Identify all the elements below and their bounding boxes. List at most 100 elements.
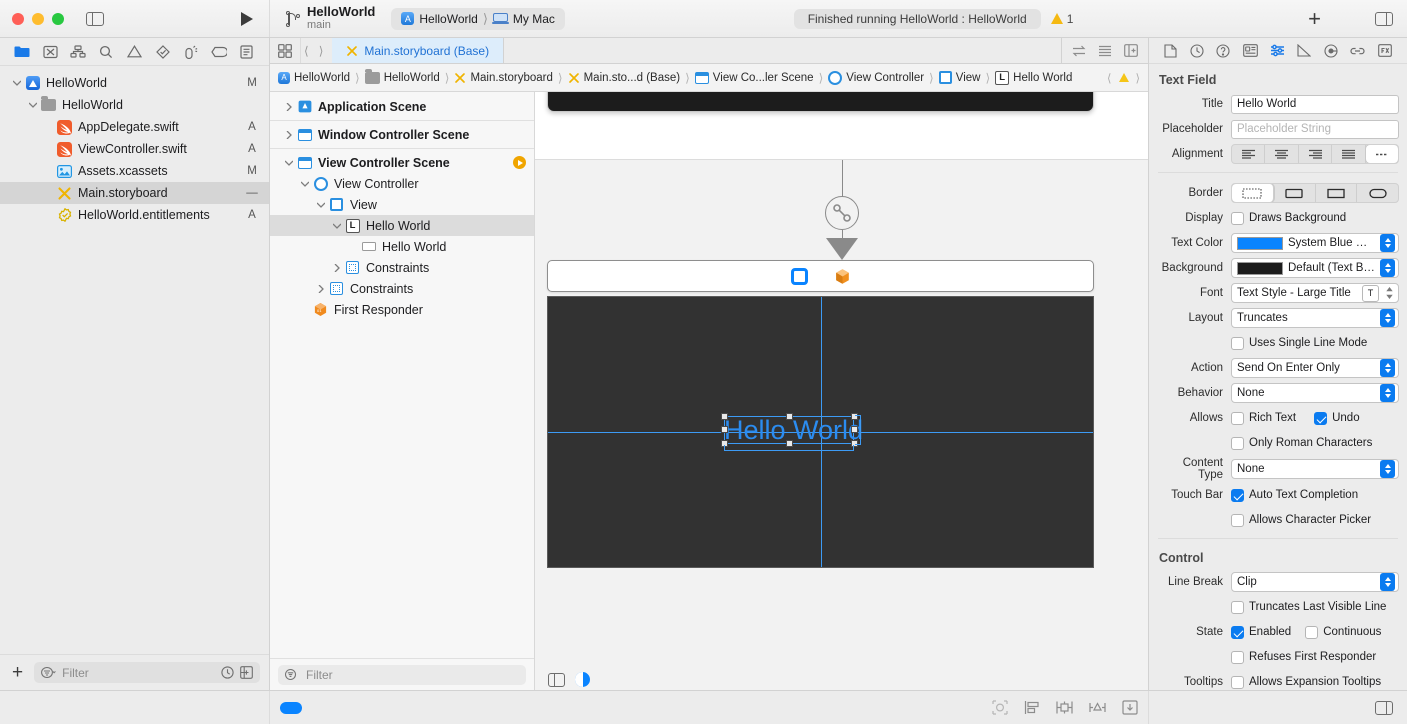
- run-button[interactable]: [241, 11, 253, 26]
- next-issue-button[interactable]: ⟩: [1136, 71, 1141, 85]
- popup-arrows-icon[interactable]: [1380, 259, 1395, 277]
- outline-filter-field[interactable]: Filter: [278, 664, 526, 685]
- symbol-hierarchy-icon[interactable]: [68, 43, 88, 61]
- forward-button[interactable]: ⟩: [319, 44, 324, 58]
- canvas-tool-buttons[interactable]: [992, 700, 1138, 715]
- undo-checkbox-row[interactable]: Undo: [1314, 411, 1360, 425]
- outline-row-first-responder[interactable]: 01 First Responder: [270, 299, 534, 320]
- border-segmented-control[interactable]: [1231, 183, 1399, 203]
- add-file-button[interactable]: +: [9, 663, 26, 682]
- outline-row-view-controller-scene[interactable]: View Controller Scene: [270, 152, 534, 173]
- outline-row-window-controller-scene[interactable]: Window Controller Scene: [270, 124, 534, 145]
- toggle-navigator-button[interactable]: [84, 10, 106, 28]
- align-icon[interactable]: [1024, 700, 1040, 715]
- allows-char-picker-checkbox[interactable]: [1231, 513, 1244, 527]
- connections-icon[interactable]: [1324, 43, 1338, 58]
- outline-row-view-controller[interactable]: View Controller: [270, 173, 534, 194]
- navigator-filter-field[interactable]: Filter: [34, 662, 260, 683]
- breadcrumb-item-0[interactable]: A HelloWorld: [278, 71, 350, 84]
- only-roman-checkbox[interactable]: [1231, 436, 1244, 450]
- breadcrumb-item-6[interactable]: View: [938, 71, 980, 84]
- nav-row-viewcontroller[interactable]: ViewController.swift A: [0, 138, 269, 160]
- layout-popup[interactable]: Truncates: [1231, 308, 1399, 328]
- text-color-popup[interactable]: System Blue Color: [1231, 233, 1399, 253]
- refuses-first-responder-checkbox[interactable]: [1231, 650, 1244, 664]
- outline-row-hello-world-textfield[interactable]: Hello World: [270, 236, 534, 257]
- folder-icon[interactable]: [12, 43, 32, 61]
- outline-tree[interactable]: Application Scene Window Controller Scen…: [270, 92, 534, 658]
- nav-row-entitlements[interactable]: HelloWorld.entitlements A: [0, 204, 269, 226]
- alignment-segmented-control[interactable]: [1231, 144, 1399, 164]
- window-controller-scene-preview[interactable]: [535, 92, 1148, 160]
- truncates-last-checkbox[interactable]: [1231, 600, 1244, 614]
- draws-background-checkbox[interactable]: [1231, 211, 1244, 225]
- resize-handle-tm[interactable]: [786, 413, 793, 420]
- behavior-popup[interactable]: None: [1231, 383, 1399, 403]
- uses-single-line-checkbox[interactable]: [1231, 336, 1244, 350]
- view-controller-dock[interactable]: [547, 260, 1094, 292]
- enabled-checkbox[interactable]: [1231, 625, 1244, 639]
- rich-text-checkbox-row[interactable]: Rich Text: [1231, 411, 1296, 425]
- identity-icon[interactable]: [1242, 44, 1258, 57]
- chevron-right-icon[interactable]: [330, 263, 344, 272]
- draws-background-checkbox-row[interactable]: Draws Background: [1231, 211, 1346, 225]
- window-controls[interactable]: [12, 12, 64, 25]
- popup-arrows-icon[interactable]: [1380, 573, 1395, 591]
- resize-handle-tl[interactable]: [721, 413, 728, 420]
- project-navigator-tree[interactable]: HelloWorld M HelloWorld AppDelegate.swif…: [0, 66, 269, 654]
- first-responder-icon[interactable]: [834, 268, 851, 285]
- nav-row-assets[interactable]: Assets.xcassets M: [0, 160, 269, 182]
- segue-badge[interactable]: [824, 196, 859, 230]
- breadcrumb-item-7[interactable]: L Hello World: [995, 70, 1072, 85]
- enabled-checkbox-row[interactable]: Enabled: [1231, 625, 1291, 639]
- breadcrumb[interactable]: A HelloWorld ⟩ HelloWorld ⟩ Main.storybo…: [270, 64, 1148, 92]
- allows-expansion-tooltips-checkbox[interactable]: [1231, 675, 1244, 689]
- effects-icon[interactable]: [1377, 44, 1392, 57]
- update-frames-icon[interactable]: [992, 700, 1008, 715]
- toggle-inspector-button[interactable]: [1375, 11, 1393, 26]
- font-panel-icon[interactable]: T: [1362, 284, 1379, 302]
- attributes-icon[interactable]: [1270, 44, 1285, 57]
- previous-issue-button[interactable]: ⟨: [1107, 71, 1112, 85]
- chevron-down-icon[interactable]: [314, 202, 328, 208]
- editor-tab-main-storyboard[interactable]: Main.storyboard (Base): [332, 38, 505, 63]
- title-input[interactable]: Hello World: [1231, 94, 1399, 114]
- auto-text-completion-checkbox-row[interactable]: Auto Text Completion: [1231, 488, 1358, 502]
- embed-in-icon[interactable]: [1122, 700, 1138, 715]
- storyboard-canvas[interactable]: Hello World: [535, 92, 1148, 690]
- chevron-down-icon[interactable]: [330, 223, 344, 229]
- only-roman-checkbox-row[interactable]: Only Roman Characters: [1231, 436, 1372, 450]
- toggle-debug-panel-icon[interactable]: [1375, 700, 1393, 715]
- nav-row-helloworld-folder[interactable]: HelloWorld: [0, 94, 269, 116]
- background-popup[interactable]: Default (Text Backgr...: [1231, 258, 1399, 278]
- popup-arrows-icon[interactable]: [1380, 384, 1395, 402]
- auto-text-completion-checkbox[interactable]: [1231, 488, 1244, 502]
- search-icon[interactable]: [96, 43, 116, 61]
- align-natural-icon[interactable]: [1365, 145, 1398, 163]
- rich-text-checkbox[interactable]: [1231, 411, 1244, 425]
- chevron-down-icon[interactable]: [298, 181, 312, 187]
- view-controller-view[interactable]: Hello World: [547, 296, 1094, 568]
- editor-options-button[interactable]: [270, 38, 300, 63]
- allows-expansion-tooltips-checkbox-row[interactable]: Allows Expansion Tooltips: [1231, 675, 1381, 689]
- align-left-icon[interactable]: [1232, 145, 1266, 163]
- nav-row-appdelegate[interactable]: AppDelegate.swift A: [0, 116, 269, 138]
- close-button[interactable]: [12, 12, 24, 25]
- action-popup[interactable]: Send On Enter Only: [1231, 358, 1399, 378]
- appearance-toggle-icon[interactable]: [575, 672, 590, 687]
- border-line-icon[interactable]: [1274, 184, 1316, 202]
- editor-mode-buttons[interactable]: [1062, 38, 1148, 63]
- filter-scope-icons[interactable]: [221, 666, 253, 679]
- undo-checkbox[interactable]: [1314, 411, 1328, 425]
- align-justify-icon[interactable]: [1332, 145, 1366, 163]
- border-rounded-icon[interactable]: [1357, 184, 1398, 202]
- background-swatch[interactable]: [1237, 261, 1283, 275]
- popup-arrows-icon[interactable]: [1380, 359, 1395, 377]
- breadcrumb-item-3[interactable]: Main.sto...d (Base): [568, 72, 680, 84]
- popup-arrows-icon[interactable]: [1380, 234, 1395, 252]
- content-type-popup[interactable]: None: [1231, 459, 1399, 479]
- resize-handle-ml[interactable]: [721, 426, 728, 433]
- outline-row-application-scene[interactable]: Application Scene: [270, 96, 534, 117]
- align-center-icon[interactable]: [1265, 145, 1299, 163]
- breadcrumb-item-2[interactable]: Main.storyboard: [454, 72, 553, 84]
